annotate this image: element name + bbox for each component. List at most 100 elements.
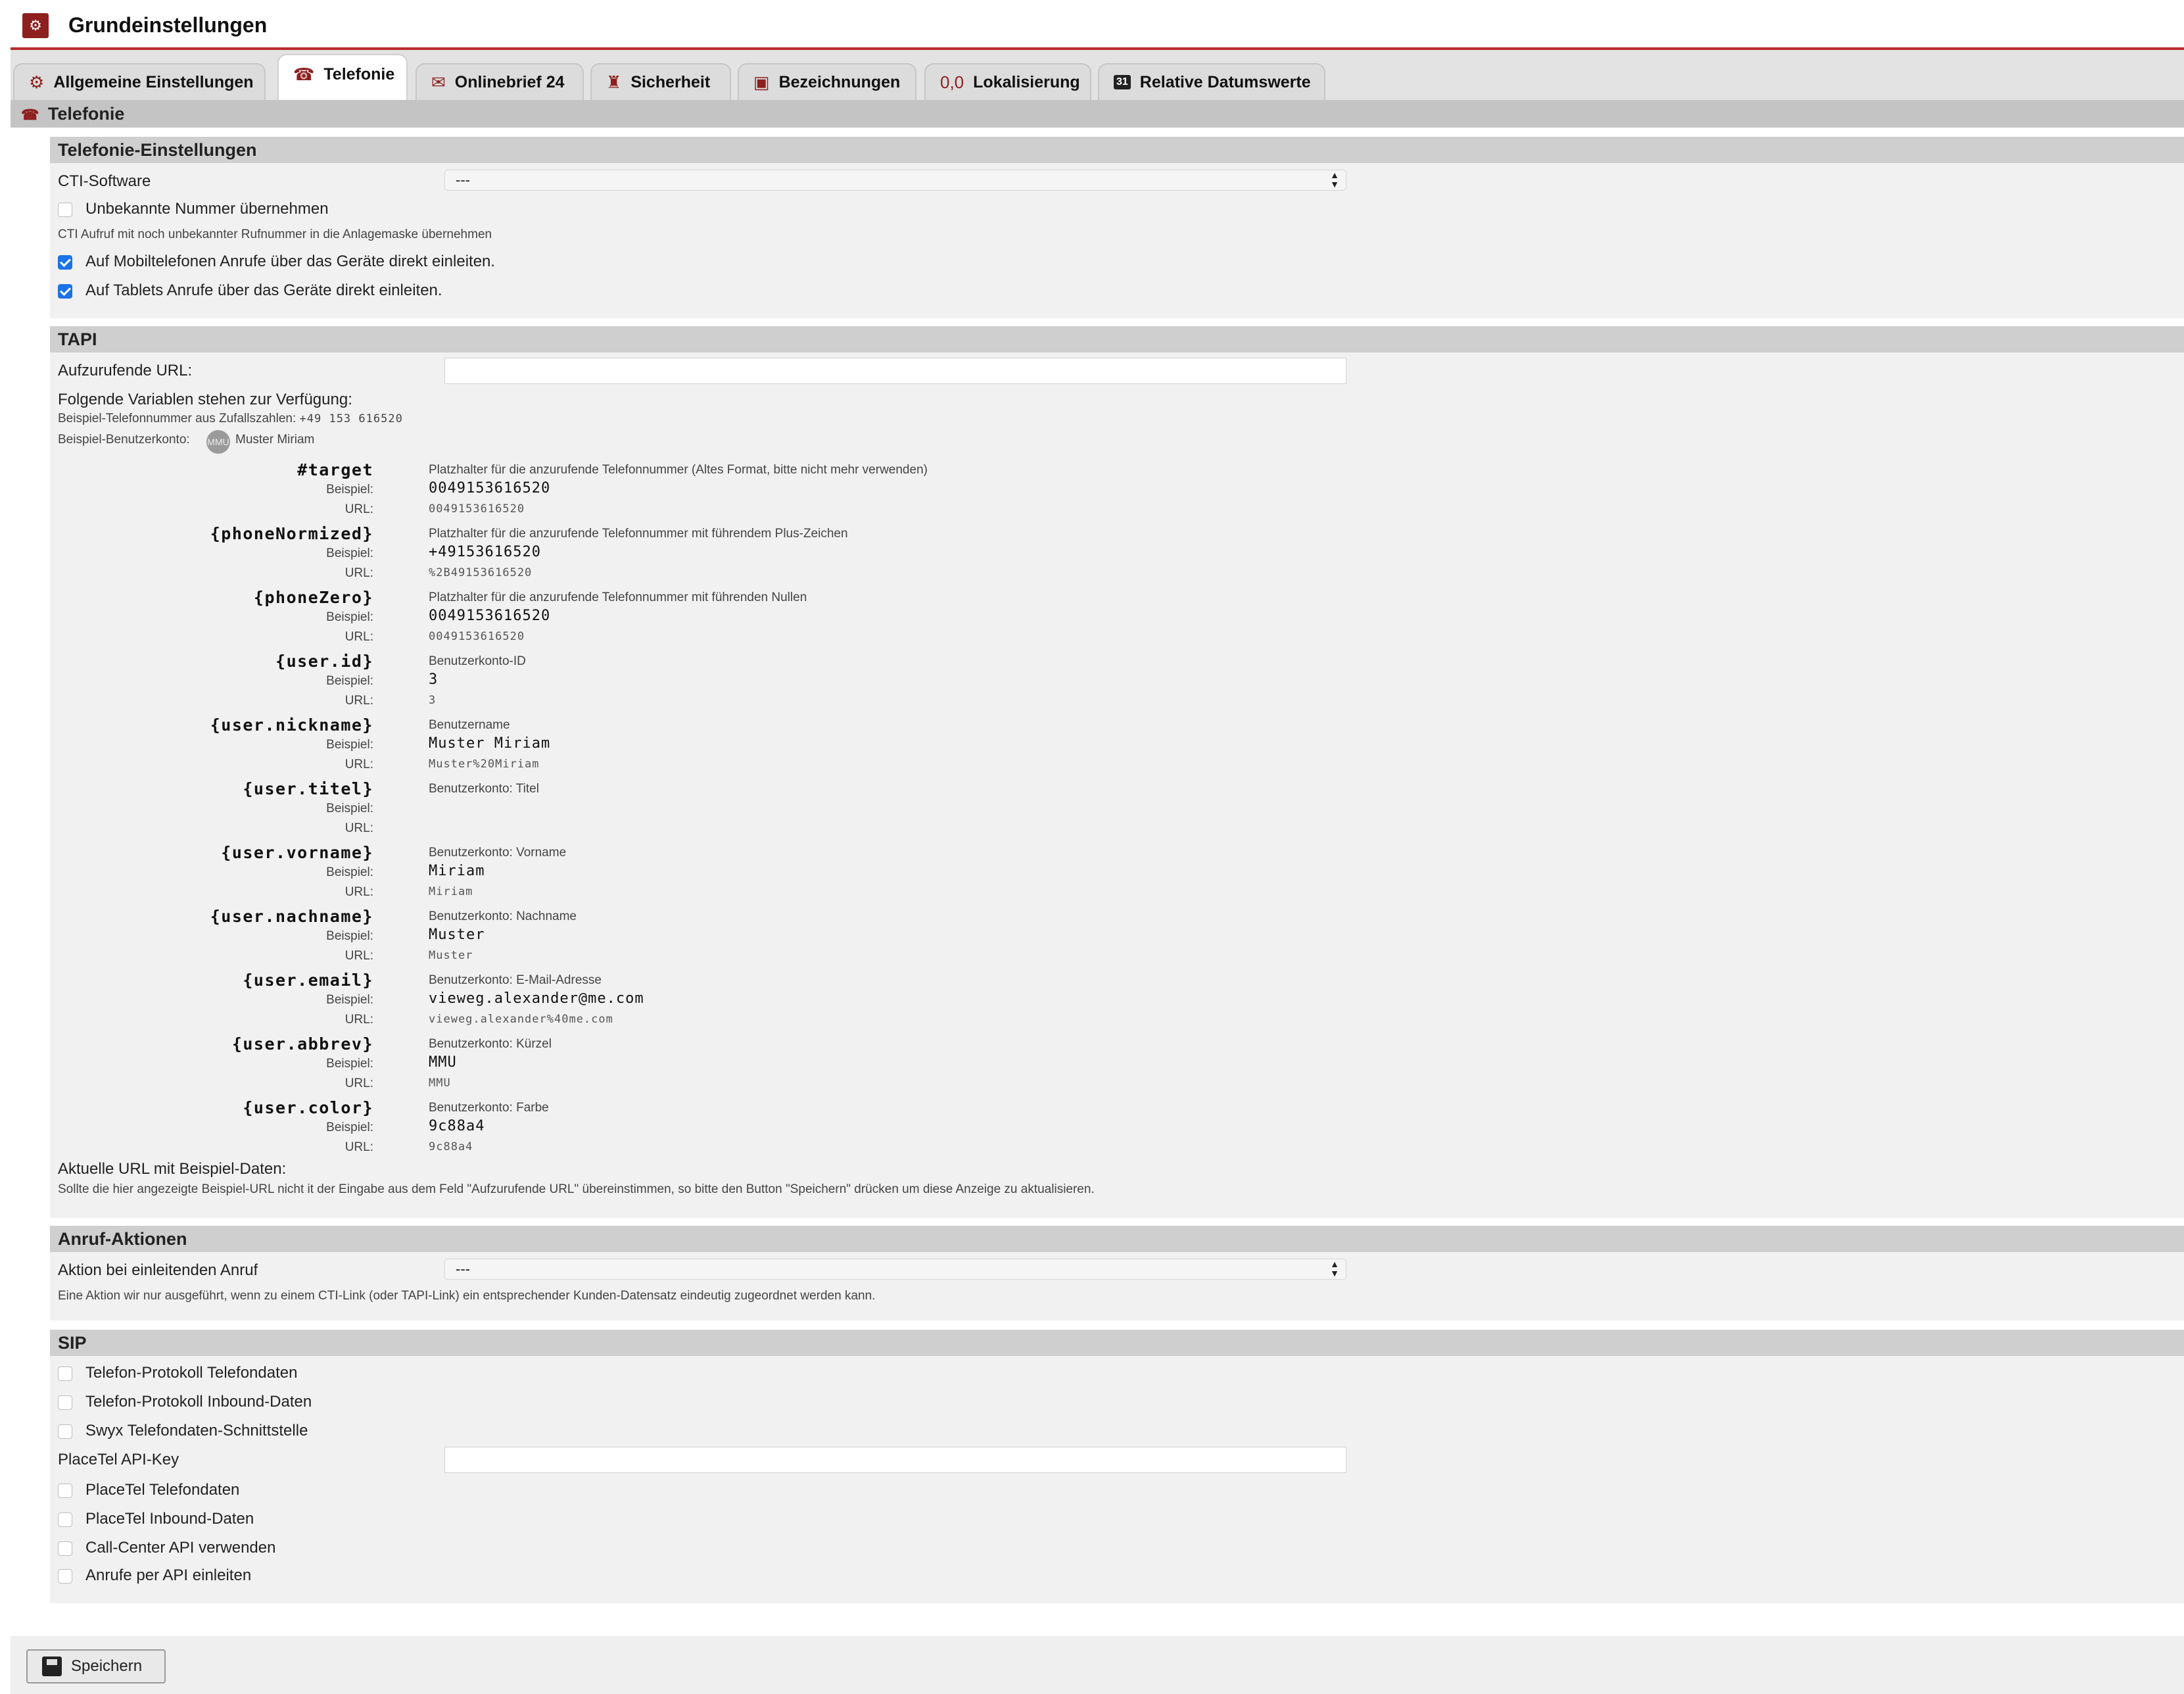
settings-sliders-icon: ⚙	[22, 13, 49, 38]
api-calls-label: Anrufe per API einleiten	[85, 1566, 252, 1584]
unknown-number-checkbox[interactable]	[58, 203, 72, 217]
variable-name: {user.email}	[243, 971, 373, 990]
variable-url-value: %2B49153616520	[429, 566, 533, 579]
url-input[interactable]	[444, 358, 1346, 384]
variable-example-value: 0049153616520	[429, 480, 551, 496]
call-action-hint: Eine Aktion wir nur ausgeführt, wenn zu …	[58, 1289, 876, 1303]
variable-url-value: 0049153616520	[429, 502, 525, 516]
variable-example-label: Beispiel:	[326, 483, 373, 496]
select-value: ---	[456, 172, 470, 188]
variable-url-label: URL:	[344, 502, 373, 516]
tab-label: Telefonie	[323, 64, 395, 84]
swyx-label: Swyx Telefondaten-Schnittstelle	[85, 1422, 308, 1440]
tab-sicherheit[interactable]: ♜ Sicherheit	[590, 63, 731, 100]
telephone-icon: ☎	[21, 107, 39, 123]
tab-label: Onlinebrief 24	[454, 72, 565, 91]
panel-title: SIP	[50, 1330, 2184, 1356]
labels-icon: ▣	[753, 72, 770, 92]
tab-bezeichnungen[interactable]: ▣ Bezeichnungen	[738, 63, 916, 100]
cti-software-select[interactable]: --- ▲ ▼	[444, 170, 1346, 191]
url-label: Aufzurufende URL:	[58, 362, 193, 379]
tab-onlinebrief-24[interactable]: ✉ Onlinebrief 24	[415, 63, 584, 100]
cti-software-label: CTI-Software	[58, 172, 151, 190]
example-phone-line: Beispiel-Telefonnummer aus Zufallszahlen…	[58, 412, 403, 426]
tab-allgemeine-einstellungen[interactable]: ⚙ Allgemeine Einstellungen	[13, 63, 266, 100]
tab-relative-datumswerte[interactable]: 31 Relative Datumswerte	[1098, 63, 1325, 100]
variable-url-label: URL:	[344, 1140, 373, 1154]
variable-example-value: 9c88a4	[429, 1118, 485, 1134]
placetel-api-key-input[interactable]	[444, 1447, 1346, 1473]
example-phone-value: +49 153 616520	[299, 412, 403, 425]
variable-description: Benutzerkonto: E-Mail-Adresse	[429, 973, 602, 987]
variable-example-label: Beispiel:	[326, 674, 373, 688]
variable-description: Benutzerkonto: Vorname	[429, 846, 567, 859]
variable-url-label: URL:	[344, 694, 373, 708]
tab-label: Lokalisierung	[973, 72, 1080, 91]
variable-example-value: Muster Miriam	[429, 735, 551, 752]
variable-example-label: Beispiel:	[326, 802, 373, 815]
variable-url-label: URL:	[344, 758, 373, 771]
variable-example-value: Miriam	[429, 863, 485, 879]
variable-example-label: Beispiel:	[326, 738, 373, 752]
tab-telefonie[interactable]: ☎ Telefonie	[277, 54, 408, 103]
letter-24-icon: ✉	[431, 72, 446, 92]
variable-name: {user.abbrev}	[231, 1034, 373, 1053]
placetel-telefondaten-checkbox[interactable]	[58, 1484, 72, 1498]
section-title: Telefonie	[47, 104, 125, 124]
tablet-direct-call-label: Auf Tablets Anrufe über das Geräte direk…	[85, 281, 442, 299]
panel-title: Anruf-Aktionen	[50, 1226, 2184, 1252]
variable-url-label: URL:	[344, 1013, 373, 1027]
tab-label: Bezeichnungen	[778, 72, 901, 91]
mobile-direct-call-label: Auf Mobiltelefonen Anrufe über das Gerät…	[85, 253, 496, 270]
section-header-telefonie: ☎ Telefonie	[11, 100, 2184, 128]
panel-sip: SIP Telefon-Protokoll Telefondaten Telef…	[50, 1330, 2184, 1603]
variable-url-value: MMU	[429, 1077, 451, 1090]
variable-url-value: Miriam	[429, 885, 473, 898]
tablet-direct-call-checkbox[interactable]	[58, 284, 72, 299]
variable-name: #target	[297, 460, 373, 479]
swyx-checkbox[interactable]	[58, 1424, 72, 1439]
sip-protokoll-inbound-checkbox[interactable]	[58, 1395, 72, 1410]
avatar: MMU	[206, 430, 230, 454]
placetel-inbound-label: PlaceTel Inbound-Daten	[85, 1510, 254, 1528]
tab-label: Allgemeine Einstellungen	[53, 72, 254, 91]
call-action-select[interactable]: --- ▲ ▼	[444, 1259, 1346, 1280]
mobile-direct-call-checkbox[interactable]	[58, 255, 72, 270]
calendar-icon: 31	[1114, 75, 1131, 89]
variable-example-value: MMU	[429, 1054, 457, 1071]
panel-telefonie-einstellungen: Telefonie-Einstellungen CTI-Software ---…	[50, 137, 2184, 318]
variable-example-value: Muster	[429, 927, 485, 943]
telephone-icon: ☎	[293, 64, 315, 84]
call-action-label: Aktion bei einleitenden Anruf	[58, 1261, 258, 1279]
variable-name: {user.titel}	[243, 779, 373, 798]
callcenter-api-label: Call-Center API verwenden	[85, 1539, 276, 1557]
variable-example-label: Beispiel:	[326, 1057, 373, 1071]
placetel-inbound-checkbox[interactable]	[58, 1512, 72, 1527]
variable-url-value: vieweg.alexander%40me.com	[429, 1013, 613, 1026]
tab-lokalisierung[interactable]: 0,0 Lokalisierung	[924, 63, 1091, 100]
variable-example-value: vieweg.alexander@me.com	[429, 990, 644, 1007]
current-url-hint: Sollte die hier angezeigte Beispiel-URL …	[58, 1182, 1095, 1196]
save-label: Speichern	[71, 1657, 143, 1675]
placetel-telefondaten-label: PlaceTel Telefondaten	[85, 1481, 240, 1499]
variable-url-value: Muster	[429, 949, 473, 962]
security-icon: ♜	[606, 72, 622, 92]
panel-title: Telefonie-Einstellungen	[50, 137, 2184, 163]
variable-example-value: +49153616520	[429, 544, 541, 560]
sip-protokoll-telefondaten-label: Telefon-Protokoll Telefondaten	[85, 1364, 298, 1382]
page-title: Grundeinstellungen	[68, 13, 268, 37]
variable-example-label: Beispiel:	[326, 1121, 373, 1134]
variables-label: Folgende Variablen stehen zur Verfügung:	[58, 391, 352, 408]
api-calls-checkbox[interactable]	[58, 1569, 72, 1584]
variable-url-label: URL:	[344, 885, 373, 899]
example-phone-label: Beispiel-Telefonnummer aus Zufallszahlen…	[58, 412, 297, 425]
variable-name: {user.color}	[243, 1098, 373, 1117]
tab-label: Relative Datumswerte	[1139, 72, 1311, 91]
variable-name: {phoneZero}	[253, 588, 373, 607]
save-button[interactable]: Speichern	[26, 1649, 166, 1683]
panel-tapi: TAPI Aufzurufende URL: Folgende Variable…	[50, 326, 2184, 1218]
variable-description: Benutzername	[429, 718, 510, 732]
callcenter-api-checkbox[interactable]	[58, 1541, 72, 1556]
example-account-label: Beispiel-Benutzerkonto:	[58, 433, 190, 447]
sip-protokoll-telefondaten-checkbox[interactable]	[58, 1367, 72, 1381]
